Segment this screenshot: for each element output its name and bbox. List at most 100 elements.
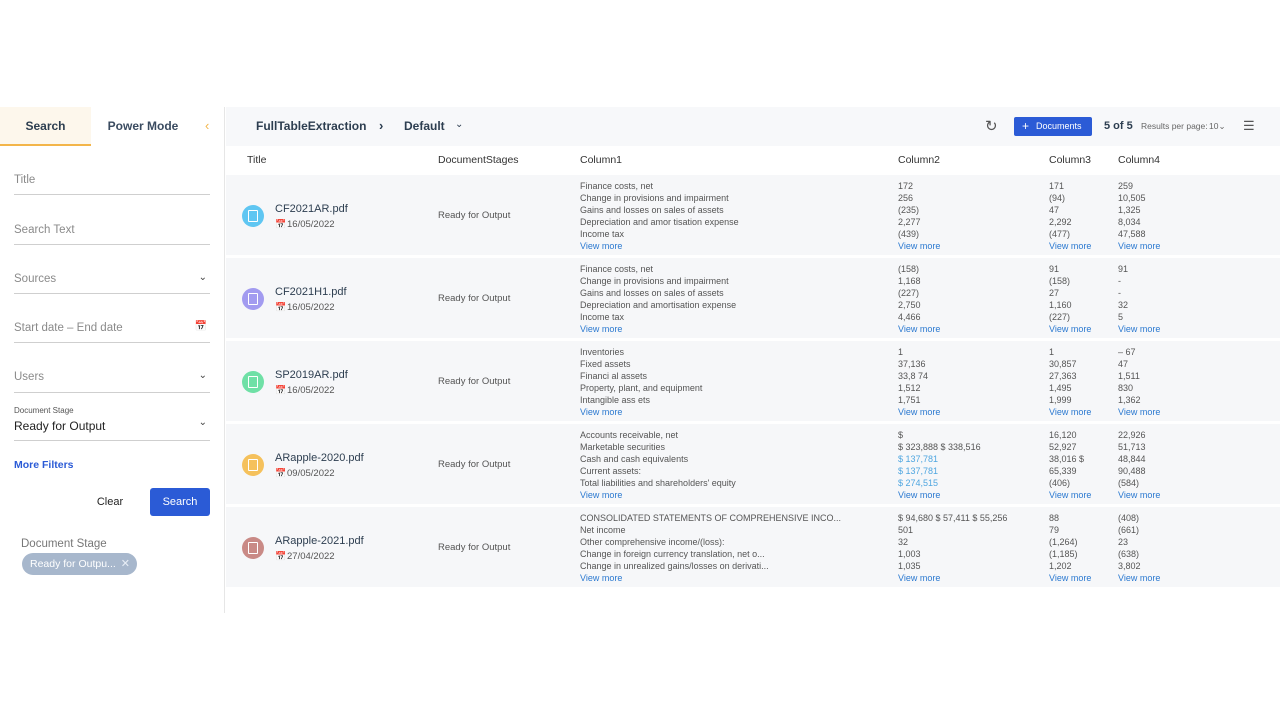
view-more-link[interactable]: View more [1049,489,1109,501]
users-select[interactable]: Users ⌄ [14,365,210,393]
sources-placeholder: Sources [14,273,57,285]
view-more-link[interactable]: View more [1118,406,1178,418]
add-documents-button[interactable]: + Documents [1014,117,1092,136]
cell-line: 65,339 [1049,466,1077,476]
close-icon[interactable]: ✕ [121,553,130,575]
header-column1[interactable]: Column1 [580,154,622,166]
pdf-file-icon-glyph [248,376,258,388]
view-more-link[interactable]: View more [580,240,880,252]
cell-c2: $ 94,680 $ 57,411 $ 55,256 501 32 1,003 1,03… [898,512,1038,584]
table-row[interactable]: ARapple-2021.pdf 📅 27/04/2022 Ready for Out… [226,507,1280,587]
table-row[interactable]: SP2019AR.pdf 📅 16/05/2022 Ready for Output I… [226,341,1280,421]
cell-line: Change in unrealized gains/losses on der… [580,561,769,571]
view-more-link[interactable]: View more [1049,240,1109,252]
filter-chip-label: Ready for Outpu... [30,558,116,570]
chevron-left-icon[interactable]: ‹ [205,119,217,133]
view-more-link[interactable]: View more [1049,572,1109,584]
view-more-link[interactable]: View more [1049,323,1109,335]
date-range-field[interactable]: Start date – End date 📅 [14,317,210,343]
table-row[interactable]: CF2021AR.pdf 📅 16/05/2022 Ready for Output F… [226,175,1280,255]
calendar-icon[interactable]: 📅 [195,321,207,332]
document-stage: Ready for Output [438,293,511,304]
refresh-icon[interactable]: ↻ [985,117,998,135]
header-title[interactable]: Title [247,154,266,166]
view-more-link[interactable]: View more [580,323,880,335]
cell-line: $ [898,430,904,440]
document-name[interactable]: CF2021AR.pdf [275,203,348,215]
table-header: Title DocumentStages Column1 Column2 Col… [226,146,1280,175]
cell-line: 79 [1049,525,1060,535]
list-view-icon[interactable]: ☰ [1243,118,1255,134]
table-row[interactable]: ARapple-2020.pdf 📅 09/05/2022 Ready for Out… [226,424,1280,504]
view-more-link[interactable]: View more [1049,406,1109,418]
header-column2[interactable]: Column2 [898,154,940,166]
view-more-link[interactable]: View more [898,240,1038,252]
view-more-link[interactable]: View more [898,489,1038,501]
cell-c3: 1 30,857 27,363 1,495 1,999 View more [1049,346,1109,418]
view-more-link[interactable]: View more [580,489,880,501]
document-stage: Ready for Output [438,376,511,387]
header-document-stages[interactable]: DocumentStages [438,154,519,166]
users-placeholder: Users [14,371,45,383]
clear-button[interactable]: Clear [86,488,134,516]
results-per-page-select[interactable]: 10⌄ [1209,121,1226,132]
document-stage-select[interactable]: Document Stage Ready for Output ⌄ [14,403,210,441]
cell-line: 1,495 [1049,383,1072,393]
view-more-link[interactable]: View more [898,572,1038,584]
document-name[interactable]: CF2021H1.pdf [275,286,347,298]
cell-line: Current assets: [580,466,642,476]
cell-line: (406) [1049,478,1071,488]
view-more-link[interactable]: View more [1118,240,1178,252]
search-button[interactable]: Search [150,488,210,516]
view-more-link[interactable]: View more [1118,572,1178,584]
cell-line: Fixed assets [580,359,631,369]
pdf-file-icon [242,205,264,227]
header-column4[interactable]: Column4 [1118,154,1160,166]
sources-select[interactable]: Sources ⌄ [14,267,210,294]
cell-line: 51,713 [1118,442,1146,452]
view-more-link[interactable]: View more [580,572,880,584]
view-more-link[interactable]: View more [580,406,880,418]
tab-search[interactable]: Search [0,107,91,146]
cell-line: 1,168 [898,276,921,286]
document-date: 16/05/2022 [287,302,335,313]
document-name[interactable]: ARapple-2020.pdf [275,452,364,464]
view-more-link[interactable]: View more [1118,323,1178,335]
chevron-right-icon: › [379,118,384,133]
title-field[interactable]: Title [14,169,210,195]
pdf-file-icon [242,288,264,310]
cell-line: $ 323,888 $ 338,516 [898,442,981,452]
search-text-field[interactable]: Search Text [14,219,210,245]
breadcrumb-view[interactable]: Default [404,119,445,133]
cell-line: (408) [1118,513,1140,523]
app: Search Power Mode ‹ Title Search Text So… [0,107,1280,613]
cell-line: Cash and cash equivalents [580,454,689,464]
cell-line: Financi al assets [580,371,648,381]
header-column3[interactable]: Column3 [1049,154,1091,166]
cell-c1: Finance costs, net Change in provisions a… [580,180,880,252]
more-filters-link[interactable]: More Filters [14,459,74,471]
chevron-down-icon[interactable]: ⌄ [455,119,463,130]
view-more-link[interactable]: View more [1118,489,1178,501]
document-name[interactable]: SP2019AR.pdf [275,369,348,381]
cell-line: Other comprehensive income/(loss): [580,537,725,547]
cell-line: - [1118,288,1121,298]
document-date: 27/04/2022 [287,551,335,562]
breadcrumb-project[interactable]: FullTableExtraction [256,119,366,133]
cell-line: Net income [580,525,626,535]
plus-icon: + [1022,119,1030,133]
chevron-down-icon: ⌄ [1218,121,1226,131]
toolbar: FullTableExtraction › Default ⌄ ↻ + Docu… [226,107,1280,146]
table-row[interactable]: CF2021H1.pdf 📅 16/05/2022 Ready for Output F… [226,258,1280,338]
tab-power-mode[interactable]: Power Mode [91,107,195,146]
document-name[interactable]: ARapple-2021.pdf [275,535,364,547]
view-more-link[interactable]: View more [898,406,1038,418]
chevron-down-icon: ⌄ [198,370,207,381]
cell-line: - [1118,276,1121,286]
cell-line: 1,512 [898,383,921,393]
cell-c3: 91 (158) 27 1,160 (227) View more [1049,263,1109,335]
cell-line: Inventories [580,347,625,357]
cell-line: 4,466 [898,312,921,322]
view-more-link[interactable]: View more [898,323,1038,335]
cell-line: 1,003 [898,549,921,559]
